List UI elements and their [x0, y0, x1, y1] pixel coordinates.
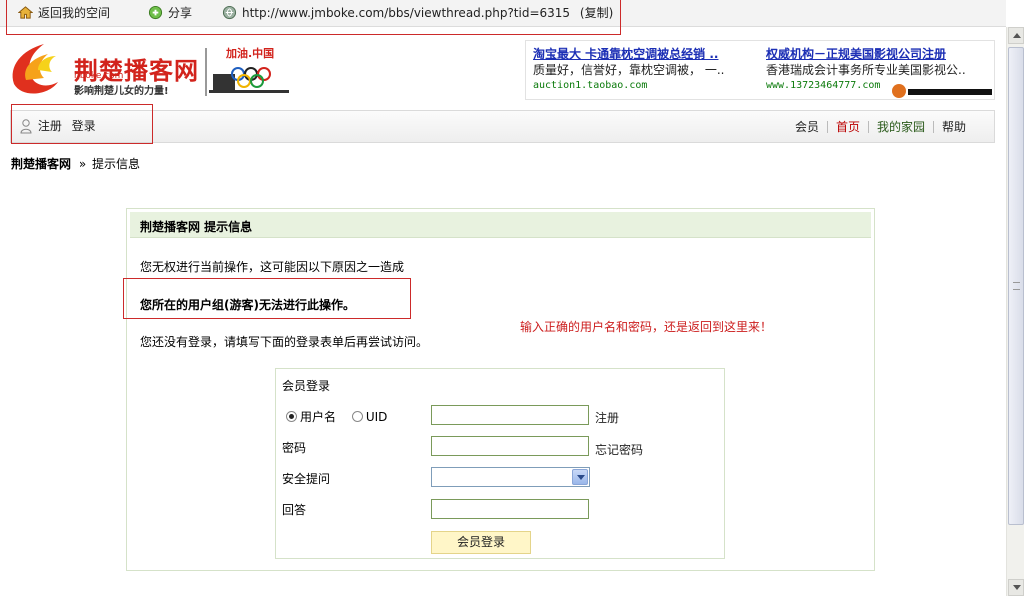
nav-item-members[interactable]: 会员	[787, 121, 827, 133]
copy-link[interactable]: (复制)	[580, 6, 613, 20]
username-radio[interactable]	[286, 411, 297, 422]
answer-input[interactable]	[431, 499, 589, 519]
ad-item-1[interactable]: 淘宝最大 卡通靠枕空调被总经销 .. 质量好，信誉好，靠枕空调被， 一.. au…	[533, 40, 753, 100]
ad-logo-image	[892, 84, 992, 98]
breadcrumb-separator: »	[78, 157, 87, 171]
ad-title[interactable]: 淘宝最大 卡通靠枕空调被总经销 ..	[533, 46, 753, 62]
nav-item-home[interactable]: 首页	[826, 121, 868, 133]
ad-flower-icon	[892, 84, 906, 98]
logo-slogan-text: 影响荆楚儿女的力量!	[74, 86, 169, 97]
answer-label: 回答	[282, 503, 307, 517]
back-to-space-link[interactable]: 返回我的空间	[18, 5, 110, 21]
ad-desc: 质量好，信誉好，靠枕空调被， 一..	[533, 63, 725, 77]
home-icon	[18, 6, 33, 19]
member-login-button[interactable]: 会员登录	[431, 531, 531, 554]
nav-item-my-home[interactable]: 我的家园	[867, 121, 933, 133]
back-label: 返回我的空间	[38, 6, 111, 20]
link-icon	[222, 5, 237, 20]
message-line-3: 您还没有登录，请填写下面的登录表单后再尝试访问。	[140, 335, 429, 349]
login-form: 会员登录 用户名 UID 注册 密码 忘记密码 安全提问 回答 会员登录	[275, 368, 725, 559]
logo-domain-text: hboke.com	[74, 71, 124, 81]
page-url: http://www.jmboke.com/bbs/viewthread.php…	[222, 5, 613, 21]
register-link[interactable]: 注册	[38, 119, 62, 133]
scroll-up-arrow-icon[interactable]	[1008, 27, 1024, 44]
user-icon	[20, 119, 32, 134]
uid-radio[interactable]	[351, 411, 363, 422]
ad-title[interactable]: 权威机构－正规美国影视公司注册	[766, 46, 992, 62]
breadcrumb: 荆楚播客网 » 提示信息	[11, 155, 140, 172]
scroll-down-arrow-icon[interactable]	[1008, 579, 1024, 596]
breadcrumb-current: 提示信息	[92, 157, 141, 171]
annotation-note: 输入正确的用户名和密码，还是返回到这里来！	[520, 320, 773, 334]
uid-radio-label[interactable]: UID	[366, 410, 388, 424]
scrollbar-thumb[interactable]	[1008, 47, 1024, 525]
breadcrumb-site-link[interactable]: 荆楚播客网	[11, 157, 71, 171]
share-icon	[148, 5, 163, 20]
register-form-link[interactable]: 注册	[595, 409, 619, 426]
olympic-text: 加油.中国	[226, 47, 275, 60]
login-link[interactable]: 登录	[72, 119, 96, 133]
security-question-select[interactable]	[431, 467, 590, 487]
user-links: 注册 登录	[20, 117, 96, 134]
login-form-title: 会员登录	[282, 379, 331, 393]
message-header: 荆楚播客网 提示信息	[130, 212, 871, 238]
warning-highlight-frame	[123, 278, 411, 319]
ad-url[interactable]: auction1.taobao.com	[533, 78, 753, 94]
username-radio-label[interactable]: 用户名	[300, 410, 336, 424]
ad-desc: 香港瑞成会计事务所专业美国影视公..	[766, 63, 966, 77]
site-logo[interactable]: 荆楚播客网 hboke.com 影响荆楚儿女的力量! 加油.中国	[8, 40, 298, 100]
share-link[interactable]: 分享	[148, 5, 192, 21]
password-input[interactable]	[431, 436, 589, 456]
chevron-down-icon[interactable]	[572, 469, 588, 485]
password-label: 密码	[282, 441, 307, 455]
username-input[interactable]	[431, 405, 589, 425]
forgot-password-link[interactable]: 忘记密码	[595, 441, 643, 458]
message-line-1: 您无权进行当前操作，这可能因以下原因之一造成	[140, 260, 405, 274]
nav-item-help[interactable]: 帮助	[932, 121, 974, 133]
top-toolbar: 返回我的空间 分享 http://www.jmboke.com/bbs/view…	[0, 0, 1006, 27]
url-text: http://www.jmboke.com/bbs/viewthread.php…	[242, 6, 571, 20]
main-nav: 会员 首页 我的家园 帮助	[787, 120, 974, 134]
login-type-radios: 用户名 UID	[286, 408, 387, 425]
vertical-scrollbar[interactable]	[1006, 27, 1024, 596]
share-label: 分享	[168, 6, 193, 20]
security-question-label: 安全提问	[282, 472, 331, 486]
